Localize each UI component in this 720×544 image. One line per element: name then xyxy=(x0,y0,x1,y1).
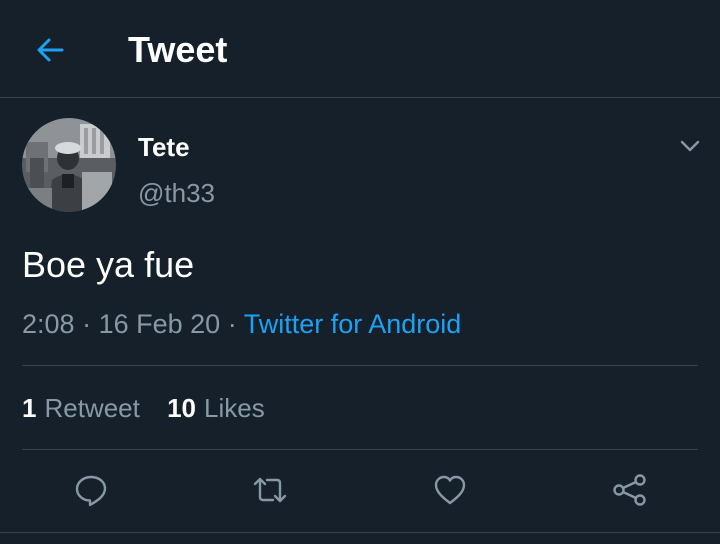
reply-icon xyxy=(75,475,107,507)
author-display-name[interactable]: Tete xyxy=(138,132,190,162)
tweet-meta: 2:08 · 16 Feb 20 · Twitter for Android xyxy=(22,307,461,341)
divider xyxy=(22,365,698,366)
heart-icon xyxy=(434,475,466,505)
meta-separator: · xyxy=(227,309,237,339)
likes-count: 10 xyxy=(167,393,197,423)
arrow-left-icon xyxy=(37,38,64,62)
author-handle[interactable]: @th33 xyxy=(138,178,215,208)
retweets-label: Retweet xyxy=(44,393,140,423)
reply-button[interactable] xyxy=(71,470,111,510)
share-icon xyxy=(613,474,646,506)
chevron-down-icon xyxy=(680,140,700,152)
retweet-button[interactable] xyxy=(250,470,290,510)
likes-stat[interactable]: 10 Likes xyxy=(167,392,265,424)
tweet-date: 16 Feb 20 xyxy=(98,309,221,339)
tweet-detail-screen: Tweet Tete @th33 Boe ya fue 2:08 · 16 Fe… xyxy=(0,0,720,544)
like-button[interactable] xyxy=(430,470,470,510)
likes-label: Likes xyxy=(204,393,265,423)
back-button[interactable] xyxy=(28,28,72,72)
top-app-bar: Tweet xyxy=(0,0,720,98)
tweet-source-link[interactable]: Twitter for Android xyxy=(244,309,462,339)
divider xyxy=(0,532,720,533)
divider xyxy=(22,449,698,450)
avatar[interactable] xyxy=(22,118,116,212)
retweets-count: 1 xyxy=(22,393,37,423)
tweet-time: 2:08 xyxy=(22,309,75,339)
retweet-icon xyxy=(253,477,287,503)
retweets-stat[interactable]: 1 Retweet xyxy=(22,392,140,424)
share-button[interactable] xyxy=(610,470,650,510)
tweet-stats: 1 Retweet 10 Likes xyxy=(22,392,265,424)
page-title: Tweet xyxy=(128,29,228,70)
tweet-options-button[interactable] xyxy=(676,132,704,160)
meta-separator: · xyxy=(82,309,92,339)
profile-photo xyxy=(22,118,116,212)
tweet-text: Boe ya fue xyxy=(22,244,195,285)
